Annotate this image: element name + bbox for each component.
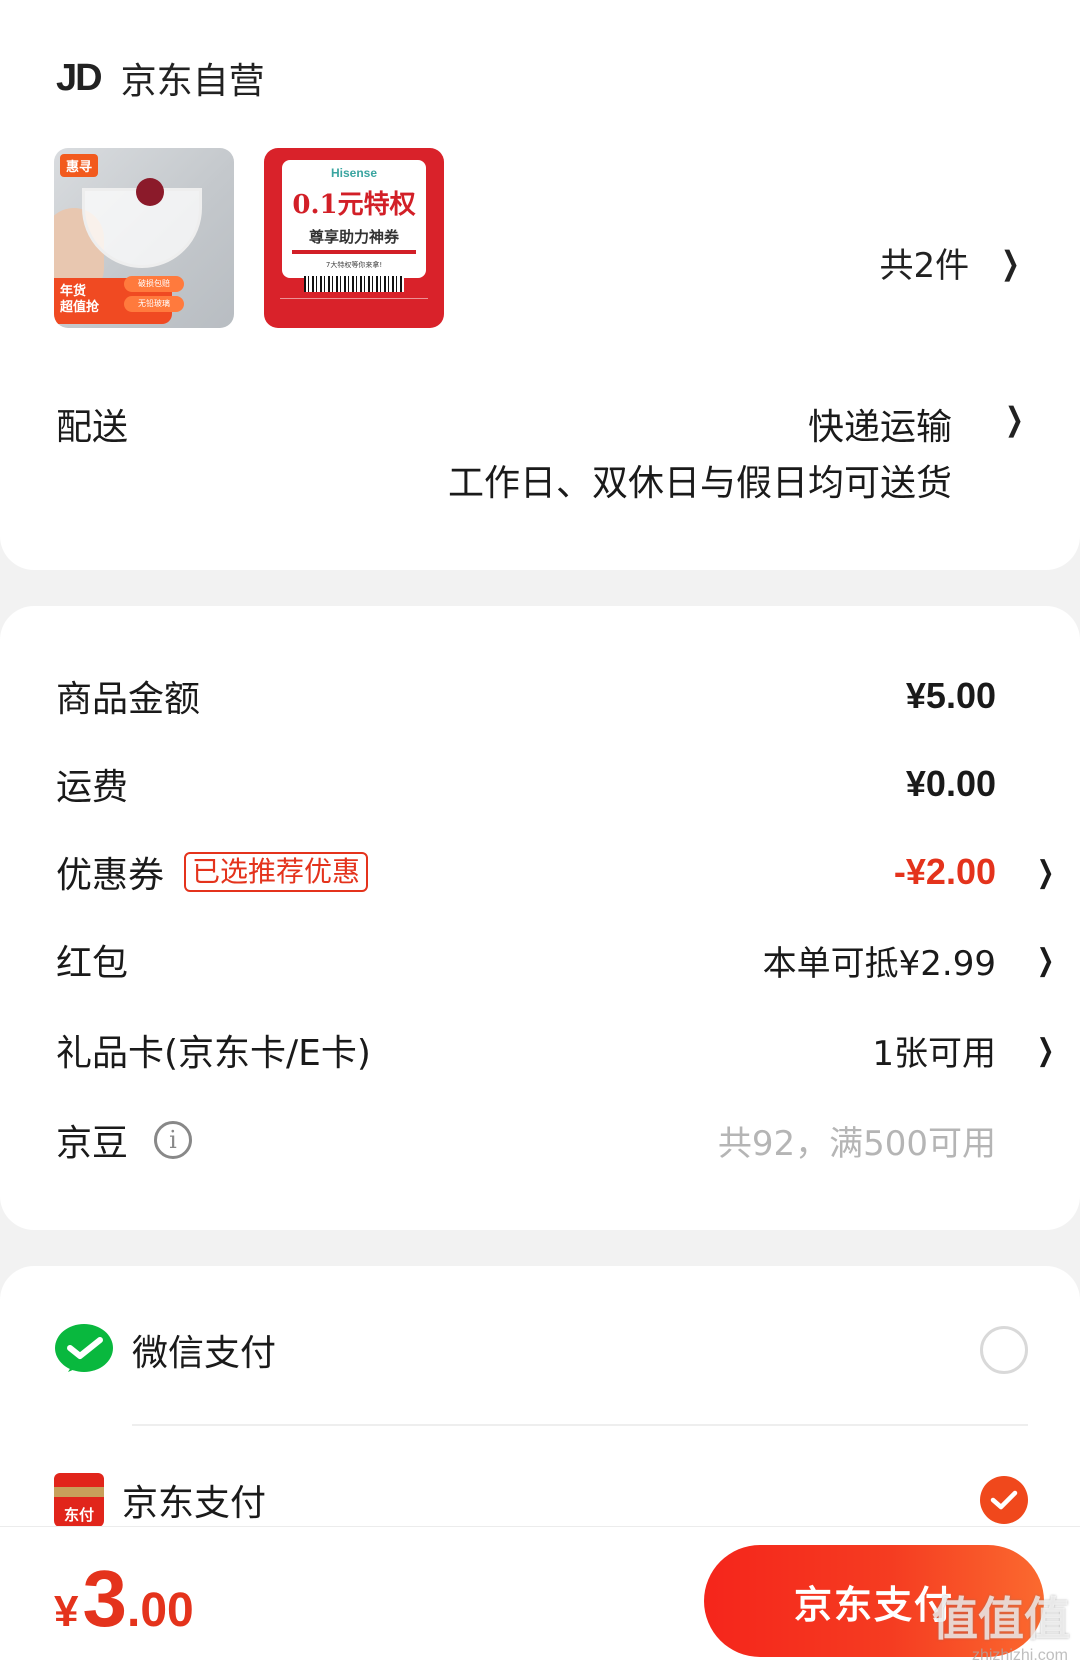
delivery-label: 配送 (56, 407, 129, 448)
chevron-right-icon[interactable]: ❯ (1005, 400, 1024, 438)
shipping-fee-value: ¥0.00 (905, 763, 996, 804)
wechat-radio[interactable] (980, 1326, 1028, 1374)
coupon-label: 优惠券 (56, 855, 165, 896)
total-decimal: .00 (126, 1584, 194, 1637)
chevron-right-icon[interactable]: ❯ (1037, 943, 1055, 978)
chevron-right-icon: ❯ (1001, 243, 1020, 282)
promo-chip-1: 破损包赔 (124, 276, 184, 292)
watermark-site: zhizhizhi.com (971, 1647, 1068, 1664)
delivery-method[interactable]: 快递运输 (808, 398, 952, 450)
cherry-image (136, 178, 164, 206)
checkout-bar: ¥ 3 .00 京东支付 值值值 zhizhizhi.com (0, 1526, 1080, 1675)
coupon-recommended-badge: 已选推荐优惠 (184, 852, 369, 892)
jingdou-label: 京豆 (56, 1123, 129, 1164)
coupon-divider (292, 250, 416, 254)
wechat-pay-label: 微信支付 (132, 1333, 277, 1374)
wechat-icon (54, 1320, 114, 1380)
payment-option-wechat[interactable]: 微信支付 (54, 1310, 1080, 1390)
coupon-subtitle: 尊享助力神券 (308, 228, 399, 246)
coupon-fine-print (280, 298, 428, 318)
order-card: JD 京东自营 惠寻 年货 超值抢 破损包赔 无铅玻璃 Hisense 0.1元… (0, 0, 1080, 570)
delivery-note: 工作日、双休日与假日均可送货 (447, 463, 952, 504)
product-thumbnail-glass-bowl[interactable]: 惠寻 年货 超值抢 破损包赔 无铅玻璃 (54, 148, 234, 328)
goods-amount-label: 商品金额 (56, 679, 201, 720)
chevron-right-icon[interactable]: ❯ (1037, 855, 1055, 890)
goods-amount-value: ¥5.00 (905, 675, 996, 716)
shipping-fee-row: 运费 ¥0.00 (56, 754, 1080, 814)
coupon-value: 0.1元特权 (292, 190, 416, 220)
jd-pay-radio-checked[interactable] (980, 1476, 1028, 1524)
red-packet-value: 本单可抵¥2.99 (762, 943, 996, 984)
info-icon[interactable]: i (154, 1121, 193, 1159)
check-icon (990, 1490, 1018, 1510)
coupon-brand: Hisense (330, 166, 378, 180)
gift-card-row[interactable]: 礼品卡(京东卡/E卡) 1张可用 ❯ (56, 1020, 1080, 1080)
payment-divider (132, 1424, 1028, 1426)
watermark-logo: 值值值 (932, 1592, 1070, 1646)
jd-logo: JD (56, 56, 103, 99)
store-name: 京东自营 (120, 61, 265, 102)
coupon-label-wrap: 优惠券 已选推荐优惠 (56, 846, 369, 898)
coupon-row[interactable]: 优惠券 已选推荐优惠 -¥2.00 ❯ (56, 842, 1080, 902)
chevron-right-icon[interactable]: ❯ (1037, 1033, 1055, 1068)
brand-tag: 惠寻 (60, 154, 99, 177)
jd-pay-card-icon: 东付 (54, 1473, 104, 1527)
red-packet-row[interactable]: 红包 本单可抵¥2.99 ❯ (56, 930, 1080, 990)
goods-amount-row: 商品金额 ¥5.00 (56, 666, 1080, 726)
jingdou-label-wrap: 京豆 i (56, 1114, 193, 1166)
barcode-image (304, 276, 404, 292)
product-thumbnail-coupon[interactable]: Hisense 0.1元特权 尊享助力神券 7大特权等你来拿! (264, 148, 444, 328)
red-packet-label: 红包 (56, 943, 129, 984)
gift-card-label: 礼品卡(京东卡/E卡) (56, 1033, 371, 1074)
order-total: ¥ 3 .00 (54, 1553, 194, 1645)
shipping-fee-label: 运费 (56, 767, 129, 808)
jingdou-value: 共92，满500可用 (717, 1123, 996, 1164)
jingdou-row: 京豆 i 共92，满500可用 (56, 1110, 1080, 1170)
gift-card-value: 1张可用 (872, 1033, 996, 1074)
item-count-link[interactable]: 共2件 ❯ (880, 238, 1024, 287)
item-count: 共2件 (879, 246, 970, 286)
coupon-value: -¥2.00 (893, 851, 996, 892)
price-summary-card: 商品金额 ¥5.00 运费 ¥0.00 优惠券 已选推荐优惠 -¥2.00 ❯ … (0, 606, 1080, 1230)
store-header[interactable]: JD 京东自营 (56, 52, 265, 104)
total-currency: ¥ (54, 1587, 79, 1636)
jd-pay-label: 京东支付 (122, 1483, 267, 1524)
coupon-note: 7大特权等你来拿! (325, 261, 383, 269)
coupon-card: Hisense 0.1元特权 尊享助力神券 7大特权等你来拿! (282, 160, 426, 278)
promo-chip-2: 无铅玻璃 (124, 296, 184, 312)
total-integer: 3 (82, 1554, 127, 1643)
